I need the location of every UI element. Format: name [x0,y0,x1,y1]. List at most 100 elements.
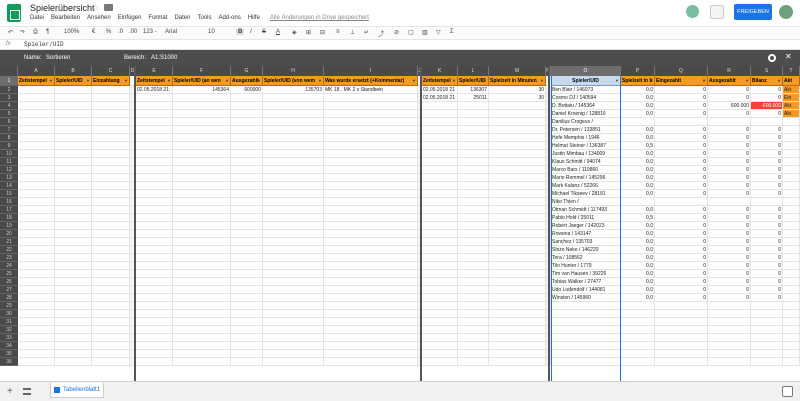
cell-g29[interactable] [231,302,263,310]
cell-r6[interactable] [708,118,751,126]
cell-e24[interactable] [136,262,173,270]
column-header-s[interactable]: S [751,66,783,76]
cell-a20[interactable] [18,230,55,238]
cell-r35[interactable] [708,350,751,358]
cell-c19[interactable] [92,222,130,230]
cell-k17[interactable] [422,206,458,214]
row-header-9[interactable]: 9 [0,142,18,150]
cell-h5[interactable] [263,110,324,118]
cell-l25[interactable] [458,270,489,278]
cell-t34[interactable] [783,342,800,350]
cell-o32[interactable] [551,326,621,334]
cell-q12[interactable]: 0 [655,166,708,174]
menu-file[interactable]: Datei [30,15,44,25]
cell-c14[interactable] [92,182,130,190]
cell-t18[interactable] [783,214,800,222]
filter-dropdown-icon[interactable]: ▼ [745,76,749,85]
cell-r9[interactable]: 0 [708,142,751,150]
cell-l12[interactable] [458,166,489,174]
header-cell-i[interactable]: Was wurde ersetzt (+Kommentar) ▼ [324,76,418,86]
cell-o14[interactable]: Mark Kalanz / 52266 [551,182,621,190]
cell-l4[interactable] [458,102,489,110]
cell-a36[interactable] [18,358,55,366]
filter-dropdown-icon[interactable]: ▼ [225,76,229,85]
cell-h22[interactable] [263,246,324,254]
cell-r23[interactable]: 0 [708,254,751,262]
row-header-10[interactable]: 10 [0,150,18,158]
cell-s19[interactable]: 0 [751,222,783,230]
row-header-8[interactable]: 8 [0,134,18,142]
cell-m7[interactable] [489,126,546,134]
cell-a13[interactable] [18,174,55,182]
cell-r13[interactable]: 0 [708,174,751,182]
cell-k2[interactable]: 02.05.2018 21 [422,86,458,94]
cell-c16[interactable] [92,198,130,206]
cell-e12[interactable] [136,166,173,174]
cell-o20[interactable]: Rowena / 143147 [551,230,621,238]
cell-h11[interactable] [263,158,324,166]
cell-a22[interactable] [18,246,55,254]
cell-h32[interactable] [263,326,324,334]
cell-p20[interactable]: 0,0 [621,230,655,238]
filter-dropdown-icon[interactable]: ▼ [49,76,53,85]
cell-k23[interactable] [422,254,458,262]
cell-t9[interactable] [783,142,800,150]
cell-h2[interactable]: 135703 [263,86,324,94]
cell-f7[interactable] [173,126,231,134]
horizontal-align-icon[interactable]: ≡ [336,29,340,35]
cell-f13[interactable] [173,174,231,182]
explore-button[interactable] [782,386,793,397]
cell-k20[interactable] [422,230,458,238]
cell-q14[interactable]: 0 [655,182,708,190]
cell-i22[interactable] [324,246,418,254]
cell-p28[interactable]: 0,0 [621,294,655,302]
cell-m8[interactable] [489,134,546,142]
column-header-m[interactable]: M [489,66,546,76]
cell-m20[interactable] [489,230,546,238]
cell-i24[interactable] [324,262,418,270]
row-header-1[interactable]: 1 [0,76,18,86]
row-header-29[interactable]: 29 [0,302,18,310]
cell-p11[interactable]: 0,0 [621,158,655,166]
cell-f36[interactable] [173,358,231,366]
cell-a19[interactable] [18,222,55,230]
save-status[interactable]: Alle Änderungen in Drive gespeichert [270,15,369,25]
decrease-decimals-button[interactable]: .0 [118,29,123,35]
cell-h26[interactable] [263,278,324,286]
menu-tools[interactable]: Tools [197,15,211,25]
cell-k31[interactable] [422,318,458,326]
cell-e10[interactable] [136,150,173,158]
cell-f33[interactable] [173,334,231,342]
cell-k30[interactable] [422,310,458,318]
cell-e31[interactable] [136,318,173,326]
header-cell-h[interactable]: Spieler/UID (von wem ▼ [263,76,324,86]
cell-i30[interactable] [324,310,418,318]
cell-b31[interactable] [55,318,92,326]
merge-cells-icon[interactable]: ⊟ [320,29,325,36]
cell-g31[interactable] [231,318,263,326]
cell-p9[interactable]: 0,5 [621,142,655,150]
cell-r24[interactable]: 0 [708,262,751,270]
cell-l23[interactable] [458,254,489,262]
cell-m19[interactable] [489,222,546,230]
filter-dropdown-icon[interactable]: ▼ [540,76,544,85]
header-cell-s[interactable]: Bilanz ▼ [751,76,783,86]
cell-c29[interactable] [92,302,130,310]
cell-c10[interactable] [92,150,130,158]
cell-p4[interactable]: 0,0 [621,102,655,110]
cell-k15[interactable] [422,190,458,198]
cell-q36[interactable] [655,358,708,366]
filter-dropdown-icon[interactable]: ▼ [702,76,706,85]
cell-i4[interactable] [324,102,418,110]
cell-r15[interactable]: 0 [708,190,751,198]
cell-h15[interactable] [263,190,324,198]
add-sheet-button[interactable]: + [7,386,13,397]
cell-q16[interactable] [655,198,708,206]
cell-o36[interactable] [551,358,621,366]
cell-h18[interactable] [263,214,324,222]
cell-c18[interactable] [92,214,130,222]
cell-p14[interactable]: 0,0 [621,182,655,190]
cell-k36[interactable] [422,358,458,366]
cell-f30[interactable] [173,310,231,318]
cell-l36[interactable] [458,358,489,366]
